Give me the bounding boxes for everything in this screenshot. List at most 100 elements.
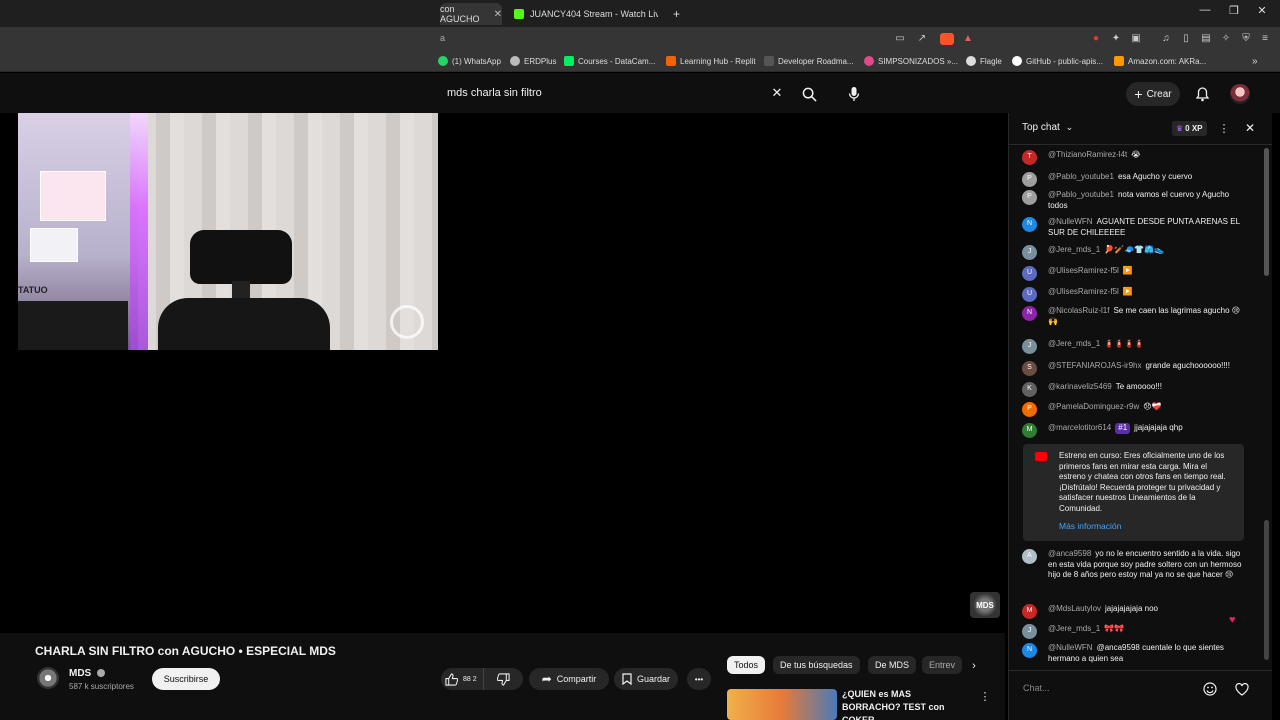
chat-author-avatar[interactable]: P — [1022, 402, 1037, 417]
chat-author-name[interactable]: @Pablo_youtube1 — [1048, 172, 1114, 181]
bookmark[interactable]: GitHub - public-apis... — [1012, 56, 1103, 66]
chat-author-avatar[interactable]: J — [1022, 339, 1037, 354]
bookmark[interactable]: Learning Hub - Replit — [666, 56, 756, 66]
screenshot-icon[interactable]: ▣ — [1130, 33, 1142, 45]
browser-tab-active[interactable]: con AGUCHO ✕ — [440, 3, 502, 25]
chat-author-avatar[interactable]: P — [1022, 172, 1037, 187]
chat-author-name[interactable]: @marcelotitor614 — [1048, 423, 1111, 432]
emoji-icon[interactable] — [1202, 681, 1218, 697]
chat-menu-icon[interactable]: ⋮ — [1218, 121, 1230, 135]
chat-author-name[interactable]: @Jere_mds_1 — [1048, 624, 1100, 633]
rewards-icon[interactable]: ▲ — [962, 33, 974, 45]
close-chat-icon[interactable]: ✕ — [1243, 121, 1257, 135]
bookmark[interactable]: (1) WhatsApp — [438, 56, 501, 66]
chat-author-name[interactable]: @NulleWFN — [1048, 643, 1093, 652]
chevron-right-icon[interactable]: › — [966, 658, 982, 674]
chat-author-avatar[interactable]: U — [1022, 287, 1037, 302]
chat-author-name[interactable]: @PamelaDominguez-r9w — [1048, 402, 1139, 411]
cast-icon[interactable]: ▭ — [894, 33, 906, 45]
chat-author-avatar[interactable]: S — [1022, 361, 1037, 376]
create-button[interactable]: + Crear — [1126, 82, 1180, 106]
chat-author-name[interactable]: @UlisesRamirez-f5l — [1048, 287, 1119, 296]
chip-de-tus-busquedas[interactable]: De tus búsquedas — [773, 656, 860, 674]
chat-author-name[interactable]: @UlisesRamirez-f5l — [1048, 266, 1119, 275]
chat-author-avatar[interactable]: J — [1022, 245, 1037, 260]
heart-icon[interactable] — [1234, 681, 1250, 697]
search-icon[interactable] — [800, 85, 818, 103]
record-icon[interactable]: ● — [1090, 33, 1102, 45]
chat-author-name[interactable]: @MdsLautylov — [1048, 604, 1101, 613]
channel-name[interactable]: MDS — [69, 668, 106, 679]
bookmark[interactable]: Amazon.com: AKRa... — [1114, 56, 1206, 66]
chat-author-name[interactable]: @Jere_mds_1 — [1048, 339, 1100, 348]
tab-close-icon[interactable]: ✕ — [494, 9, 502, 20]
new-tab-button[interactable]: + — [673, 3, 680, 25]
more-bookmarks-icon[interactable]: » — [1252, 56, 1258, 67]
chat-author-avatar[interactable]: N — [1022, 643, 1037, 658]
chat-scrollbar[interactable] — [1264, 148, 1269, 276]
chip-de-mds[interactable]: De MDS — [868, 656, 917, 674]
video-player[interactable]: TATUO — [0, 113, 1005, 633]
channel-watermark[interactable]: MDS — [970, 592, 1000, 618]
chat-author-name[interactable]: @NulleWFN — [1048, 217, 1093, 226]
recommended-thumbnail[interactable] — [727, 689, 837, 720]
chat-author-name[interactable]: @Jere_mds_1 — [1048, 245, 1100, 254]
microphone-icon[interactable] — [845, 85, 863, 103]
vpn-icon[interactable]: ⛨ — [1240, 33, 1252, 45]
share-icon[interactable]: ↗ — [916, 33, 928, 45]
url-text[interactable]: a — [440, 33, 445, 43]
chat-author-name[interactable]: @Pablo_youtube1 — [1048, 190, 1114, 199]
brave-shield-icon[interactable] — [940, 33, 954, 45]
chat-author-avatar[interactable]: N — [1022, 217, 1037, 232]
dislike-button[interactable] — [483, 668, 523, 690]
bookmark[interactable]: Flagle — [966, 56, 1002, 66]
chat-author-avatar[interactable]: J — [1022, 624, 1037, 639]
like-button[interactable]: 88 2 — [441, 668, 483, 690]
media-icon[interactable]: ♫ — [1160, 33, 1172, 45]
notifications-bell-icon[interactable] — [1193, 85, 1211, 103]
menu-icon[interactable]: ≡ — [1259, 33, 1271, 45]
chat-author-name[interactable]: @ThizianoRamirez-l4t — [1048, 150, 1127, 159]
leo-icon[interactable]: ✧ — [1220, 33, 1232, 45]
close-window-icon[interactable]: ✕ — [1252, 4, 1272, 17]
more-info-link[interactable]: Más información — [1059, 521, 1121, 531]
clear-search-icon[interactable]: ✕ — [770, 85, 784, 100]
chat-author-avatar[interactable]: T — [1022, 150, 1037, 165]
chat-scrollbar-lower[interactable] — [1264, 520, 1269, 660]
chip-entrevistas[interactable]: Entrev — [922, 656, 962, 674]
chat-author-avatar[interactable]: P — [1022, 190, 1037, 205]
share-button[interactable]: ➦ Compartir — [529, 668, 609, 690]
restore-icon[interactable]: ❐ — [1224, 4, 1244, 17]
chat-author-name[interactable]: @STEFANIAROJAS-ir9hx — [1048, 361, 1141, 370]
sidebar-icon[interactable]: ▯ — [1180, 33, 1192, 45]
chat-author-name[interactable]: @NicolasRuiz-l1f — [1048, 306, 1109, 315]
chat-author-avatar[interactable]: N — [1022, 306, 1037, 321]
save-button[interactable]: Guardar — [614, 668, 678, 690]
chat-input[interactable]: Chat... — [1023, 678, 1223, 698]
account-avatar[interactable] — [1230, 84, 1250, 104]
extensions-icon[interactable]: ✦ — [1110, 33, 1122, 45]
bookmark[interactable]: Developer Roadma... — [764, 56, 854, 66]
more-actions-button[interactable]: ••• — [687, 668, 711, 690]
chip-todos[interactable]: Todos — [727, 656, 766, 674]
wallet-icon[interactable]: ▤ — [1200, 33, 1212, 45]
search-input[interactable]: mds charla sin filtro — [447, 87, 542, 99]
chat-author-avatar[interactable]: K — [1022, 382, 1037, 397]
xp-badge[interactable]: ♛ 0 XP — [1172, 121, 1207, 136]
bookmark[interactable]: SIMPSONIZADOS »... — [864, 56, 958, 66]
bookmark[interactable]: ERDPlus — [510, 56, 556, 66]
subscribe-button[interactable]: Suscribirse — [152, 668, 220, 690]
chat-author-avatar[interactable]: M — [1022, 604, 1037, 619]
chat-mode-dropdown[interactable]: Top chat ⌄ — [1022, 122, 1073, 133]
chat-author-avatar[interactable]: M — [1022, 423, 1037, 438]
more-vert-icon[interactable]: ⋮ — [978, 688, 992, 704]
recommended-title[interactable]: ¿QUIEN es MAS BORRACHO? TEST con COKER — [842, 688, 970, 720]
browser-tab[interactable]: JUANCY404 Stream - Watch Live on K — [514, 3, 664, 25]
chat-author-name[interactable]: @anca9598 — [1048, 549, 1091, 558]
minimize-icon[interactable]: — — [1195, 4, 1215, 16]
channel-avatar[interactable] — [37, 667, 59, 689]
chat-author-avatar[interactable]: A — [1022, 549, 1037, 564]
bookmark[interactable]: Courses - DataCam... — [564, 56, 655, 66]
chat-author-avatar[interactable]: U — [1022, 266, 1037, 281]
chat-author-name[interactable]: @karinaveliz5469 — [1048, 382, 1112, 391]
